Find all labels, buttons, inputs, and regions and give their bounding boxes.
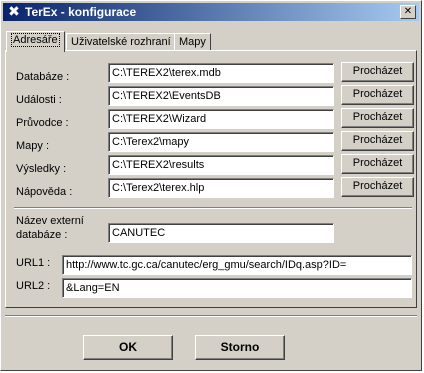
database-browse-button[interactable]: Procházet bbox=[341, 62, 414, 82]
tab-uzivatelske-rozhrani[interactable]: Uživatelské rozhraní bbox=[66, 33, 176, 51]
tab-adresare[interactable]: Adresáře bbox=[6, 31, 65, 52]
results-path-input[interactable]: C:\TEREX2\results bbox=[108, 155, 334, 175]
maps-browse-button[interactable]: Procházet bbox=[341, 131, 414, 151]
maps-path-input[interactable]: C:\Terex2\mapy bbox=[108, 132, 334, 152]
footer-divider bbox=[5, 315, 417, 317]
config-dialog: ✖ TerEx - konfigurace ✕ Adresáře Uživate… bbox=[0, 0, 422, 371]
results-browse-button[interactable]: Procházet bbox=[341, 154, 414, 174]
tab-panel-adresare: Databáze : C:\TEREX2\terex.mdb Procházet… bbox=[5, 50, 417, 308]
app-icon: ✖ bbox=[8, 4, 20, 20]
title-bar[interactable]: ✖ TerEx - konfigurace ✕ bbox=[3, 3, 419, 21]
url2-label: URL2 : bbox=[16, 280, 51, 292]
events-path-input[interactable]: C:\TEREX2\EventsDB bbox=[108, 86, 334, 106]
cancel-button[interactable]: Storno bbox=[195, 335, 285, 360]
results-label: Výsledky : bbox=[16, 163, 67, 175]
events-browse-button[interactable]: Procházet bbox=[341, 85, 414, 105]
database-path-input[interactable]: C:\TEREX2\terex.mdb bbox=[108, 63, 334, 83]
wizard-label: Průvodce : bbox=[16, 117, 69, 129]
window-title: TerEx - konfigurace bbox=[25, 5, 137, 19]
database-label: Databáze : bbox=[16, 71, 70, 83]
external-db-input[interactable]: CANUTEC bbox=[108, 223, 334, 243]
external-db-label-line2: databáze : bbox=[16, 229, 68, 241]
help-label: Nápověda : bbox=[16, 186, 73, 198]
maps-label: Mapy : bbox=[16, 140, 50, 152]
wizard-path-input[interactable]: C:\TEREX2\Wizard bbox=[108, 109, 334, 129]
url1-input[interactable]: http://www.tc.gc.ca/canutec/erg_gmu/sear… bbox=[62, 255, 412, 275]
events-label: Události : bbox=[16, 94, 62, 106]
close-button[interactable]: ✕ bbox=[400, 5, 416, 19]
url1-label: URL1 : bbox=[16, 257, 51, 269]
help-browse-button[interactable]: Procházet bbox=[341, 177, 414, 197]
url2-input[interactable]: &Lang=EN bbox=[62, 278, 412, 298]
section-divider bbox=[14, 207, 412, 209]
ok-button[interactable]: OK bbox=[83, 335, 173, 360]
tab-mapy[interactable]: Mapy bbox=[174, 33, 211, 51]
external-db-label-line1: Název externí bbox=[16, 215, 84, 227]
help-path-input[interactable]: C:\Terex2\terex.hlp bbox=[108, 178, 334, 198]
wizard-browse-button[interactable]: Procházet bbox=[341, 108, 414, 128]
